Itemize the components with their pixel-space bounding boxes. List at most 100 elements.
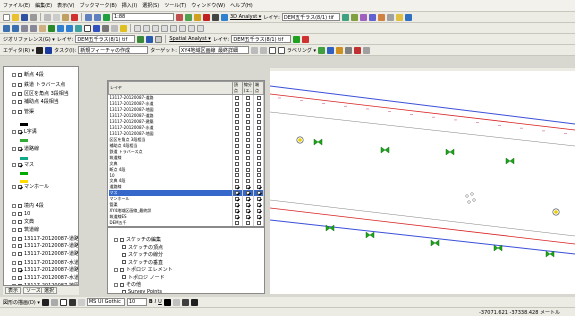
toc-layer[interactable]: 13117-20120087-道路: [12, 236, 78, 242]
select-elements-icon[interactable]: [84, 24, 91, 32]
snap-checkbox[interactable]: [235, 95, 240, 100]
redo-icon[interactable]: [94, 13, 101, 21]
snap-checkbox[interactable]: [256, 196, 261, 201]
snap-checkbox[interactable]: [235, 196, 240, 201]
add-data-icon[interactable]: [103, 13, 110, 21]
line-color-icon[interactable]: [181, 298, 189, 306]
snap-checkbox[interactable]: [256, 101, 261, 106]
copy-icon[interactable]: [53, 13, 60, 21]
snap-checkbox[interactable]: [235, 125, 240, 130]
snap-checkbox[interactable]: [245, 167, 250, 172]
toc-layer[interactable]: 区区を角点 3段相当: [12, 91, 69, 97]
layer-visibility-checkbox[interactable]: [18, 162, 22, 167]
bold-button[interactable]: B: [149, 299, 153, 305]
snap-checkbox[interactable]: [235, 173, 240, 177]
snap-checkbox[interactable]: [245, 208, 250, 213]
snap-property[interactable]: スケッチの編集: [114, 236, 161, 243]
layout-grid4-icon[interactable]: [161, 24, 168, 32]
globe-icon[interactable]: [404, 13, 412, 21]
label-weight-icon[interactable]: [336, 46, 343, 54]
callout-icon[interactable]: [77, 298, 85, 306]
paste-icon[interactable]: [62, 13, 69, 21]
font-combo[interactable]: MS UI Gothic: [86, 298, 125, 306]
layout-grid3-icon[interactable]: [152, 24, 159, 32]
layer-visibility-checkbox[interactable]: [18, 227, 22, 232]
contour-icon[interactable]: [350, 13, 358, 21]
expand-toggle-icon[interactable]: [12, 236, 16, 241]
underline-button[interactable]: U: [158, 299, 162, 305]
snap-cell[interactable]: [242, 220, 255, 226]
view-unplaced-icon[interactable]: [354, 46, 361, 54]
menu-item[interactable]: 選択(S): [142, 2, 159, 9]
zoom-out-icon[interactable]: [12, 24, 19, 32]
marker-color-icon[interactable]: [190, 298, 198, 306]
snap-checkbox[interactable]: [235, 131, 240, 136]
snap-property-checkbox[interactable]: [122, 275, 126, 279]
steepest-path-icon[interactable]: [359, 13, 367, 21]
cut-icon[interactable]: [44, 13, 51, 21]
expand-toggle-icon[interactable]: [12, 99, 16, 104]
georeferencing-menu[interactable]: ジオリファレンス(G) ▾: [3, 36, 55, 43]
snap-property-checkbox[interactable]: [122, 252, 126, 257]
snap-checkbox[interactable]: [235, 161, 240, 166]
toc-layer[interactable]: 13117-20120087-道路: [12, 251, 78, 257]
menu-item[interactable]: ファイル(E): [3, 2, 30, 9]
snap-property-checkbox[interactable]: [122, 260, 126, 264]
help-icon[interactable]: [221, 13, 228, 21]
save-icon[interactable]: [21, 13, 28, 21]
snap-checkbox[interactable]: [245, 155, 250, 160]
layer-visibility-checkbox[interactable]: [18, 146, 22, 151]
toc-layer[interactable]: 文典: [12, 219, 34, 225]
measure-icon[interactable]: [111, 24, 118, 32]
layer-visibility-checkbox[interactable]: [18, 243, 22, 248]
toc-layer[interactable]: 補助点 4段相当: [12, 99, 59, 105]
label-style-icon[interactable]: [363, 46, 370, 54]
view-link-table-icon[interactable]: [155, 35, 163, 43]
snap-checkbox[interactable]: [256, 125, 261, 130]
snap-checkbox[interactable]: [245, 95, 250, 100]
drawing-menu[interactable]: 図形の描画(D) ▾: [3, 299, 40, 306]
snap-checkbox[interactable]: [256, 95, 261, 100]
snap-checkbox[interactable]: [256, 161, 261, 166]
expand-toggle-icon[interactable]: [12, 260, 16, 265]
layer-visibility-checkbox[interactable]: [18, 203, 22, 208]
3d-layer-combo[interactable]: DEM五千ラス(8/1) tif: [281, 13, 340, 21]
snap-checkbox[interactable]: [235, 190, 240, 195]
interpolate-icon[interactable]: [386, 13, 394, 21]
snap-checkbox[interactable]: [245, 178, 250, 183]
expand-toggle-icon[interactable]: [12, 219, 16, 224]
labeling-menu[interactable]: ラベリング ▾: [287, 47, 316, 54]
toc-layer[interactable]: 13117-20120087-水道: [12, 275, 78, 281]
snap-checkbox[interactable]: [235, 119, 240, 124]
histogram-icon[interactable]: [293, 35, 301, 43]
menu-item[interactable]: 表示(V): [57, 2, 74, 9]
snap-checkbox[interactable]: [235, 137, 240, 142]
lock-labels-icon[interactable]: [345, 46, 352, 54]
toc-layer[interactable]: L字溝: [12, 129, 37, 135]
map-scale-combo[interactable]: 1:88: [112, 13, 174, 21]
layer-visibility-checkbox[interactable]: [18, 99, 22, 104]
fill-color-icon[interactable]: [172, 298, 180, 306]
layer-visibility-checkbox[interactable]: [18, 129, 22, 134]
snap-property-checkbox[interactable]: [120, 282, 124, 287]
new-icon[interactable]: [3, 13, 10, 21]
snap-checkbox[interactable]: [245, 125, 250, 130]
expand-toggle-icon[interactable]: [12, 162, 16, 167]
pan-icon[interactable]: [39, 24, 46, 32]
fixed-zoom-in-icon[interactable]: [21, 24, 28, 32]
snap-checkbox[interactable]: [245, 202, 250, 207]
snap-property-checkbox[interactable]: [122, 289, 126, 293]
snap-checkbox[interactable]: [235, 155, 240, 160]
snap-row[interactable]: DEM五千: [108, 220, 264, 226]
arcscene-icon[interactable]: [395, 13, 403, 21]
select-elements-tool-icon[interactable]: [41, 298, 49, 306]
menu-item[interactable]: ブックマーク(B): [79, 2, 116, 9]
layer-visibility-checkbox[interactable]: [18, 267, 22, 272]
forward-extent-icon[interactable]: [66, 24, 73, 32]
text-tool-icon[interactable]: [68, 298, 76, 306]
snap-cell[interactable]: [232, 220, 243, 226]
expand-toggle-icon[interactable]: [114, 237, 118, 242]
snap-property[interactable]: スケッチの垂直: [122, 259, 163, 266]
expand-toggle-icon[interactable]: [114, 282, 118, 287]
snap-checkbox[interactable]: [256, 190, 261, 195]
